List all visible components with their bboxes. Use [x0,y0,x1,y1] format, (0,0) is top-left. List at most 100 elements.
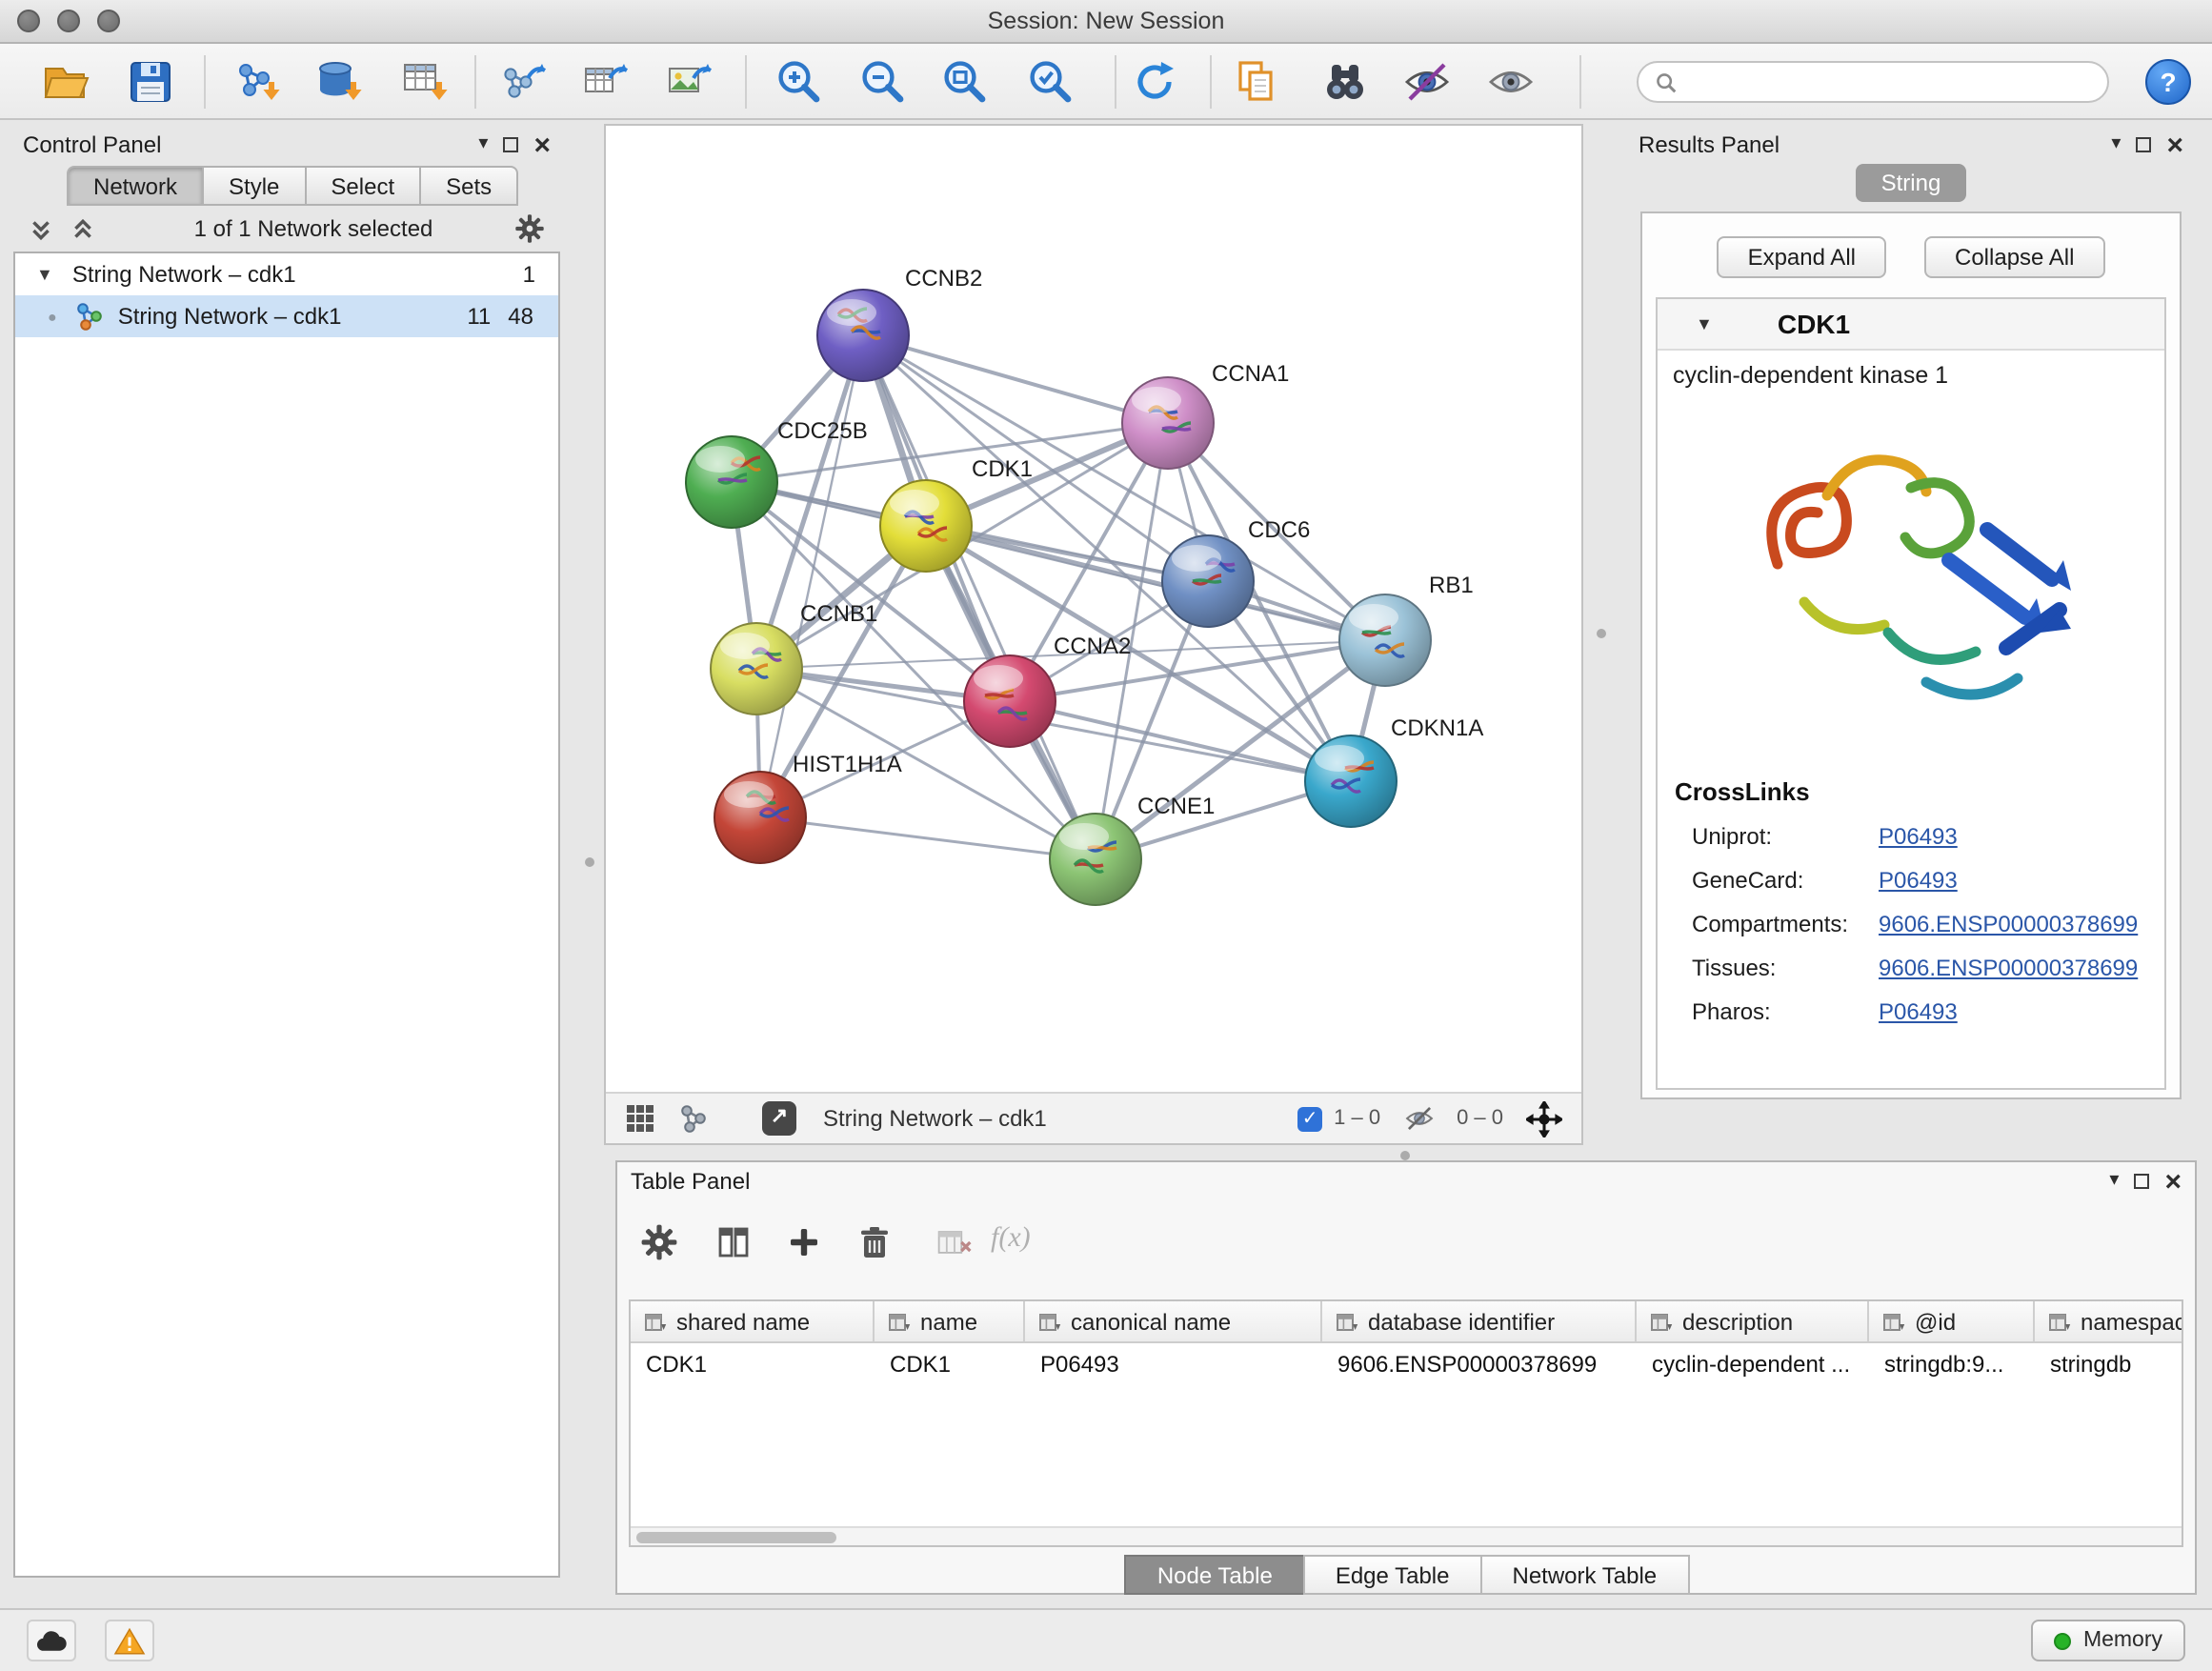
network-edge[interactable] [863,335,1168,423]
crosslink-compartments-link[interactable]: 9606.ENSP00000378699 [1879,910,2138,936]
panel-float-icon[interactable] [503,137,518,152]
network-node-CDK1[interactable]: CDK1 [880,456,1033,572]
splitter-handle[interactable] [1400,1151,1410,1160]
network-node-HIST1H1A[interactable]: HIST1H1A [714,752,902,863]
panel-float-icon[interactable] [2134,1174,2149,1189]
network-edge[interactable] [863,335,1096,859]
horizontal-scrollbar[interactable] [631,1526,2182,1545]
splitter-handle[interactable] [1597,629,1606,638]
help-button[interactable]: ? [2145,59,2191,105]
network-node-CDC6[interactable]: CDC6 [1162,517,1310,627]
fit-content-crosshair-icon[interactable] [1526,1100,1562,1137]
crosslink-row: Uniprot: P06493 [1658,814,2164,857]
panel-close-icon[interactable]: × [2164,1167,2182,1196]
crosslink-tissues-link[interactable]: 9606.ENSP00000378699 [1879,954,2138,980]
column-header[interactable]: canonical name [1025,1301,1322,1341]
scrollbar-thumb[interactable] [636,1532,836,1543]
crosslink-uniprot-link[interactable]: P06493 [1879,822,1958,849]
network-node-RB1[interactable]: RB1 [1339,573,1474,686]
zoom-selected-icon[interactable] [1025,57,1075,107]
network-row[interactable]: ● String Network – cdk1 11 48 [15,295,558,337]
collapse-all-networks-icon[interactable] [29,216,53,241]
import-network-file-icon[interactable] [232,57,282,107]
zoom-in-icon[interactable] [774,57,823,107]
add-column-icon[interactable] [785,1223,823,1261]
expand-all-networks-icon[interactable] [70,216,95,241]
panel-float-icon[interactable] [2136,137,2151,152]
birds-eye-view-icon[interactable] [625,1103,655,1134]
toolbar-separator [204,55,206,109]
tab-style[interactable]: Style [202,166,304,206]
copy-document-icon[interactable] [1233,57,1282,107]
detach-view-button[interactable]: ↗ [762,1101,796,1136]
network-collection-row[interactable]: ▼ String Network – cdk1 1 [15,253,558,295]
network-node-CDC25B[interactable]: CDC25B [686,418,868,528]
delete-column-icon[interactable] [855,1223,894,1261]
cell-description: cyclin-dependent ... [1637,1343,1869,1385]
tab-edge-table[interactable]: Edge Table [1303,1555,1482,1595]
protein-card-header[interactable]: ▼ CDK1 [1658,299,2164,351]
export-image-icon[interactable] [665,57,714,107]
crosslink-pharos-link[interactable]: P06493 [1879,997,1958,1024]
splitter-handle[interactable] [585,857,594,867]
network-overview-icon[interactable] [678,1103,709,1134]
hidden-items-eye-icon[interactable] [1403,1103,1434,1134]
function-builder-icon[interactable]: f(x) [991,1223,1031,1256]
binoculars-icon[interactable] [1320,57,1370,107]
network-node-CDKN1A[interactable]: CDKN1A [1305,715,1483,827]
panel-menu-icon[interactable]: ▾ [2111,135,2121,154]
open-session-icon[interactable] [42,57,91,107]
column-header[interactable]: database identifier [1322,1301,1637,1341]
network-edge[interactable] [760,817,1096,859]
tab-network[interactable]: Network [67,166,202,206]
zoom-fit-icon[interactable] [939,57,989,107]
refresh-icon[interactable] [1130,57,1179,107]
crosslink-genecard-link[interactable]: P06493 [1879,866,1958,893]
column-header[interactable]: namespac [2035,1301,2183,1341]
column-header[interactable]: @id [1869,1301,2035,1341]
export-table-icon[interactable] [581,57,631,107]
show-eye-icon[interactable] [1486,57,1536,107]
network-view[interactable]: CCNB2CCNA1CDC25BCDK1CDC6RB1CCNB1CCNA2CDK… [604,124,1583,1145]
column-header[interactable]: name [875,1301,1025,1341]
show-columns-icon[interactable] [714,1223,753,1261]
export-network-icon[interactable] [499,57,549,107]
crosslink-label: Pharos: [1692,997,1879,1024]
panel-menu-icon[interactable]: ▾ [2109,1172,2119,1191]
tab-node-table[interactable]: Node Table [1125,1555,1305,1595]
save-session-icon[interactable] [126,57,175,107]
tree-expander-icon[interactable]: ▼ [36,265,53,284]
cloud-status-icon[interactable] [27,1620,76,1661]
tab-select[interactable]: Select [304,166,419,206]
memory-button[interactable]: Memory [2032,1620,2185,1661]
network-edge[interactable] [760,335,863,817]
network-canvas[interactable]: CCNB2CCNA1CDC25BCDK1CDC6RB1CCNB1CCNA2CDK… [606,126,1581,1092]
column-header[interactable]: description [1637,1301,1869,1341]
network-edge[interactable] [1010,701,1351,781]
hide-eye-icon[interactable] [1402,57,1452,107]
panel-close-icon[interactable]: × [533,131,551,159]
collapse-all-button[interactable]: Collapse All [1924,236,2104,278]
panel-close-icon[interactable]: × [2166,131,2183,159]
zoom-out-icon[interactable] [857,57,907,107]
tab-sets[interactable]: Sets [419,166,518,206]
tab-string[interactable]: String [1856,164,1966,202]
crosslinks-heading: CrossLinks [1675,777,2164,806]
table-row[interactable]: CDK1 CDK1 P06493 9606.ENSP00000378699 cy… [631,1343,2182,1385]
column-header[interactable]: shared name [631,1301,875,1341]
card-expander-icon[interactable]: ▼ [1696,314,1713,333]
import-table-icon[interactable] [400,57,450,107]
table-settings-gear-icon[interactable] [640,1223,678,1261]
delete-table-icon[interactable] [935,1223,974,1261]
expand-all-button[interactable]: Expand All [1718,236,1886,278]
node-label-HIST1H1A: HIST1H1A [793,752,902,777]
panel-menu-icon[interactable]: ▾ [478,135,488,154]
warning-icon[interactable] [105,1620,154,1661]
search-box[interactable] [1637,61,2109,103]
import-network-database-icon[interactable] [314,57,364,107]
tab-network-table[interactable]: Network Table [1480,1555,1690,1595]
network-node-CCNA1[interactable]: CCNA1 [1122,361,1289,469]
network-options-gear-icon[interactable] [514,213,545,244]
selected-nodes-checkbox-icon[interactable]: ✓ [1297,1106,1322,1131]
search-input[interactable] [1679,69,2107,95]
